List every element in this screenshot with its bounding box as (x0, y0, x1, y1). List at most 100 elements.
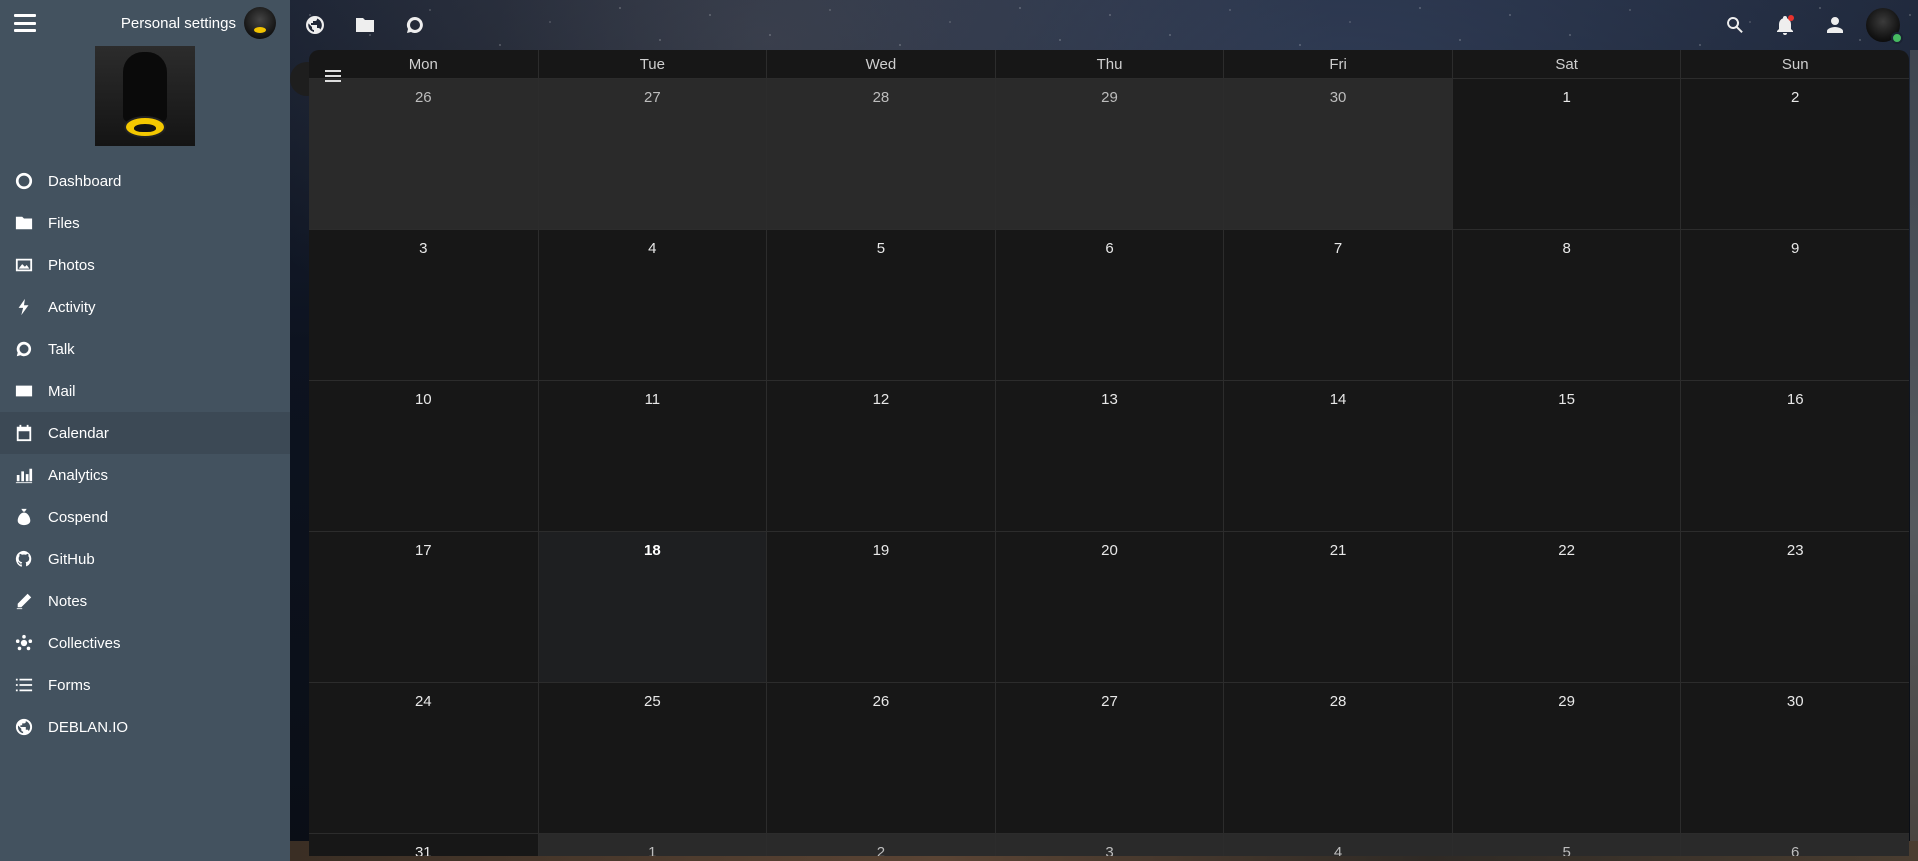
sidebar-item-files[interactable]: Files (0, 202, 290, 244)
sidebar-item-forms[interactable]: Forms (0, 664, 290, 706)
top-header (290, 0, 1918, 50)
day-cell[interactable]: 21 (1223, 532, 1452, 682)
day-cell[interactable]: 29 (1451, 683, 1681, 833)
folder-icon (356, 18, 374, 32)
day-cell[interactable]: 26 (766, 683, 995, 833)
day-cell[interactable]: 30 (1680, 683, 1909, 833)
day-cell[interactable]: 16 (1680, 381, 1909, 531)
day-cell[interactable]: 24 (309, 683, 538, 833)
day-cell[interactable]: 6 (1680, 834, 1909, 856)
sidebar-item-label: Mail (48, 382, 76, 400)
hamburger-menu-icon[interactable] (14, 12, 36, 34)
collectives-icon (15, 634, 33, 652)
sidebar-item-label: DEBLAN.IO (48, 718, 129, 736)
day-cell[interactable]: 13 (994, 381, 1224, 531)
weekday-sun: Sun (1680, 50, 1909, 79)
day-cell[interactable]: 2 (766, 834, 995, 856)
talk-app-button[interactable] (390, 0, 440, 50)
day-cell[interactable]: 14 (1223, 381, 1452, 531)
sidebar-item-label: Activity (48, 298, 96, 316)
calendar-sidebar-toggle-icon[interactable] (325, 70, 341, 82)
day-cell[interactable]: 10 (309, 381, 538, 531)
weekday-thu: Thu (994, 50, 1224, 79)
day-cell[interactable]: 23 (1680, 532, 1909, 682)
day-cell[interactable]: 8 (1451, 230, 1681, 380)
contacts-button[interactable] (1810, 0, 1860, 50)
day-cell[interactable]: 6 (994, 230, 1224, 380)
sidebar-item-notes[interactable]: Notes (0, 580, 290, 622)
day-cell[interactable]: 28 (1223, 683, 1452, 833)
globe-app-button[interactable] (290, 0, 340, 50)
app-navigation-sidebar: Personal settings Dashboard Files Photos (0, 0, 290, 861)
sidebar-item-photos[interactable]: Photos (0, 244, 290, 286)
dashboard-icon (15, 172, 33, 190)
user-avatar[interactable] (244, 7, 276, 39)
notification-badge (1788, 15, 1794, 21)
forms-icon (15, 676, 33, 694)
sidebar-item-activity[interactable]: Activity (0, 286, 290, 328)
day-cell[interactable]: 30 (1223, 79, 1452, 229)
week-row: 17 18 19 20 21 22 23 (309, 532, 1909, 683)
day-cell[interactable]: 18 (537, 532, 767, 682)
sidebar-item-cospend[interactable]: Cospend (0, 496, 290, 538)
day-cell[interactable]: 9 (1680, 230, 1909, 380)
day-cell[interactable]: 31 (309, 834, 538, 856)
sidebar-item-label: Cospend (48, 508, 109, 526)
week-row: 3456789 (309, 230, 1909, 381)
day-cell[interactable]: 20 (994, 532, 1224, 682)
day-cell[interactable]: 15 (1451, 381, 1681, 531)
day-cell[interactable]: 25 (537, 683, 767, 833)
personal-settings-label: Personal settings (120, 14, 236, 32)
calendar-icon (15, 424, 33, 442)
day-cell[interactable]: 22 (1451, 532, 1681, 682)
day-cell[interactable]: 3 (994, 834, 1224, 856)
sidebar-item-calendar[interactable]: Calendar (0, 412, 290, 454)
sidebar-item-label: GitHub (48, 550, 95, 568)
day-cell[interactable]: 4 (1223, 834, 1452, 856)
personal-settings-link[interactable]: Personal settings (121, 7, 276, 39)
search-icon (1727, 17, 1743, 33)
day-cell[interactable]: 7 (1223, 230, 1452, 380)
day-cell[interactable]: 1 (1451, 79, 1681, 229)
sidebar-nav: Dashboard Files Photos Activity Talk Mai… (0, 160, 290, 748)
day-cell[interactable]: 5 (766, 230, 995, 380)
sidebar-item-dashboard[interactable]: Dashboard (0, 160, 290, 202)
sidebar-item-github[interactable]: GitHub (0, 538, 290, 580)
calendar-weeks: 26 27 28 29 30 1 2 3 4 5 6 7 8 9 10 11 12 13 14 15 16 17 18 19 2… (309, 79, 1909, 856)
activity-icon (15, 298, 33, 316)
day-cell[interactable]: 1 (537, 834, 767, 856)
day-cell[interactable]: 28 (766, 79, 995, 229)
sidebar-item-collectives[interactable]: Collectives (0, 622, 290, 664)
day-cell[interactable]: 12 (766, 381, 995, 531)
day-cell[interactable]: 19 (766, 532, 995, 682)
header-right-actions (1710, 0, 1918, 50)
day-cell[interactable]: 17 (309, 532, 538, 682)
day-cell[interactable]: 11 (537, 381, 767, 531)
day-cell[interactable]: 27 (994, 683, 1224, 833)
weekday-header-row: Mon Tue Wed Thu Fri Sat Sun (309, 50, 1909, 79)
weekday-sat: Sat (1451, 50, 1681, 79)
sidebar-item-label: Dashboard (48, 172, 122, 190)
weekday-mon: Mon (408, 56, 438, 73)
day-cell[interactable]: 3 (309, 230, 538, 380)
files-app-button[interactable] (340, 0, 390, 50)
weekday-tue: Tue (537, 50, 767, 79)
globe-icon (15, 718, 33, 736)
sidebar-item-analytics[interactable]: Analytics (0, 454, 290, 496)
day-cell[interactable]: 5 (1451, 834, 1681, 856)
day-cell[interactable]: 29 (994, 79, 1224, 229)
day-cell[interactable]: 2 (1680, 79, 1909, 229)
sidebar-item-talk[interactable]: Talk (0, 328, 290, 370)
week-row: 26 27 28 29 30 1 2 (309, 79, 1909, 230)
sidebar-item-mail[interactable]: Mail (0, 370, 290, 412)
weekday-fri: Fri (1223, 50, 1452, 79)
day-cell[interactable]: 26 (309, 79, 538, 229)
photos-icon (15, 256, 33, 274)
day-cell[interactable]: 27 (537, 79, 767, 229)
notifications-button[interactable] (1760, 0, 1810, 50)
sidebar-item-deblan[interactable]: DEBLAN.IO (0, 706, 290, 748)
search-button[interactable] (1710, 0, 1760, 50)
weekday-wed: Wed (766, 50, 995, 79)
day-cell[interactable]: 4 (537, 230, 767, 380)
user-menu-avatar[interactable] (1866, 8, 1903, 44)
